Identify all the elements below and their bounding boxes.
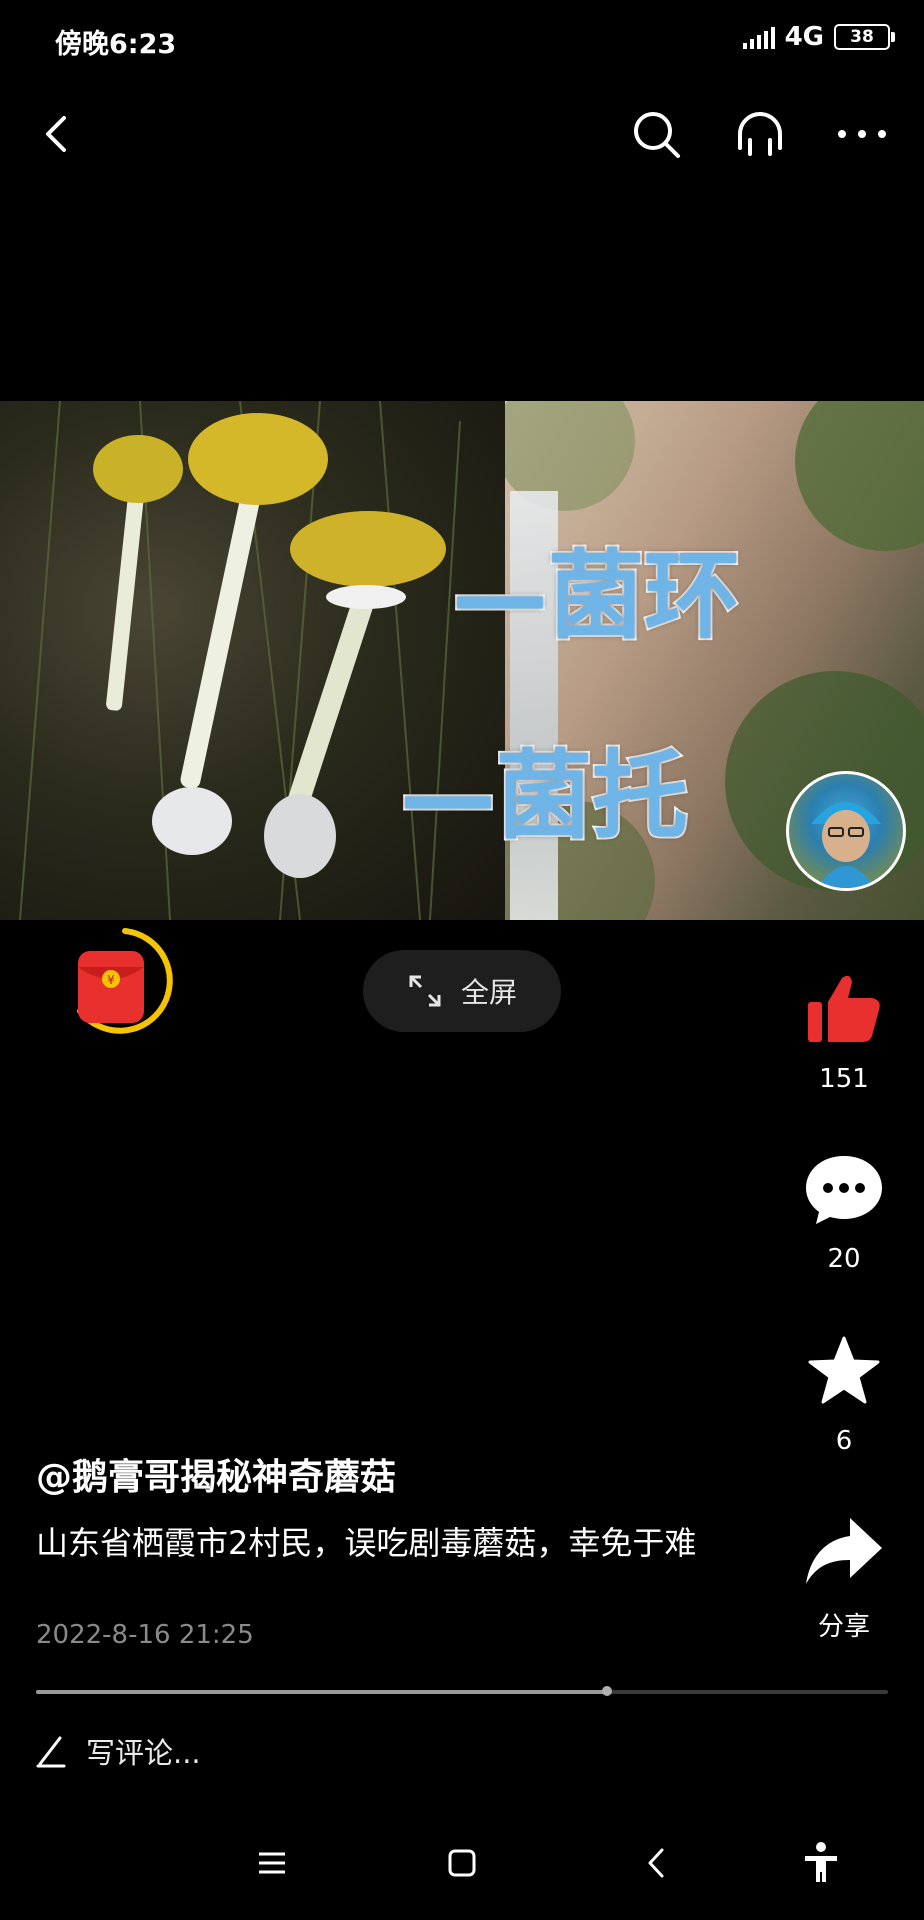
share-arrow-icon xyxy=(806,1518,882,1584)
progress-fill xyxy=(36,1690,607,1694)
network-type: 4G xyxy=(784,22,824,52)
favorite-button[interactable]: 6 xyxy=(796,1334,892,1456)
share-label: 分享 xyxy=(817,1612,870,1642)
like-button[interactable]: 151 xyxy=(796,968,892,1094)
menu-icon xyxy=(259,1852,285,1874)
red-packet-button[interactable]: ¥ xyxy=(70,923,173,1043)
fullscreen-label: 全屏 xyxy=(460,976,517,1009)
home-button[interactable] xyxy=(437,1838,487,1888)
status-time: 傍晚6:23 xyxy=(55,29,177,60)
chevron-left-icon xyxy=(648,1848,664,1878)
headphones-icon xyxy=(738,112,782,156)
pencil-icon xyxy=(36,1736,66,1768)
comment-placeholder: 写评论... xyxy=(86,1736,201,1770)
comment-button[interactable]: 20 xyxy=(796,1152,892,1274)
expand-icon xyxy=(409,975,441,1007)
author-name[interactable]: @鹅膏哥揭秘神奇蘑菇 xyxy=(36,1448,396,1500)
avatar-face-icon xyxy=(811,802,881,888)
post-description: 山东省栖霞市2村民，误吃剧毒蘑菇，幸免于难 xyxy=(36,1524,697,1562)
back-button[interactable] xyxy=(28,104,88,164)
comment-input[interactable]: 写评论... xyxy=(36,1730,201,1772)
video-player[interactable]: —菌环 —菌托 xyxy=(0,401,924,920)
battery-level: 38 xyxy=(850,27,874,47)
progress-thumb[interactable] xyxy=(601,1686,612,1696)
chevron-left-icon xyxy=(46,116,66,152)
listen-button[interactable] xyxy=(730,104,790,164)
signal-icon xyxy=(742,25,775,49)
post-date: 2022-8-16 21:25 xyxy=(36,1620,254,1650)
share-button[interactable]: 分享 xyxy=(796,1514,892,1643)
favorite-count: 6 xyxy=(835,1426,853,1456)
comment-count: 20 xyxy=(827,1244,861,1274)
square-icon xyxy=(448,1849,476,1877)
svg-text:¥: ¥ xyxy=(107,973,115,987)
comment-bubble-icon xyxy=(806,1156,882,1224)
like-count: 151 xyxy=(819,1064,869,1094)
overlay-text-volva: —菌托 xyxy=(398,739,690,853)
thumbs-up-icon xyxy=(808,975,880,1042)
more-button[interactable] xyxy=(832,104,892,164)
video-progress-bar[interactable] xyxy=(36,1686,888,1696)
red-envelope-icon: ¥ xyxy=(77,928,173,1034)
system-back-button[interactable] xyxy=(632,1838,682,1888)
recent-apps-button[interactable] xyxy=(247,1838,297,1888)
more-icon xyxy=(838,130,886,138)
search-icon xyxy=(634,112,680,158)
search-button[interactable] xyxy=(626,104,686,164)
accessibility-icon xyxy=(805,1842,837,1882)
status-indicators: 4G 38 xyxy=(742,22,895,52)
accessibility-button[interactable] xyxy=(796,1838,846,1888)
battery-icon: 38 xyxy=(834,24,895,50)
author-avatar[interactable] xyxy=(786,771,906,891)
star-icon xyxy=(808,1336,880,1404)
fullscreen-button[interactable]: 全屏 xyxy=(363,950,561,1032)
overlay-text-ring: —菌环 xyxy=(450,539,742,653)
